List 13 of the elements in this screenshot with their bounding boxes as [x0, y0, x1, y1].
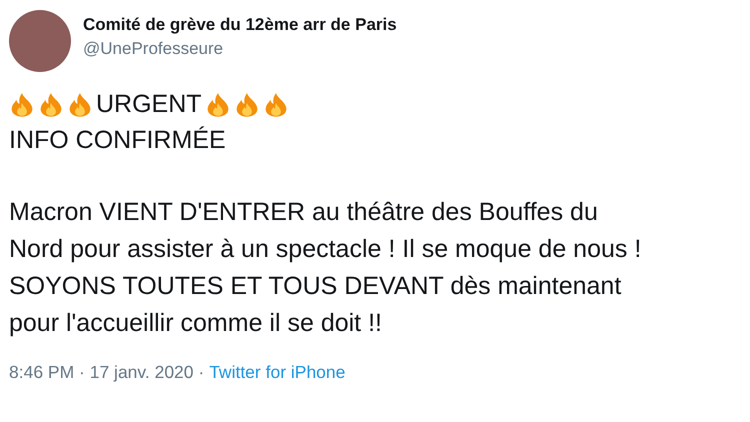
flame-icon	[9, 90, 35, 118]
flame-icon	[262, 90, 289, 118]
author-handle: @UneProfesseure	[83, 39, 224, 59]
author-name: Comité de grève du 12ème arr de Paris	[83, 15, 397, 35]
tweet-timestamp: 8:46 PM · 17 janv. 2020 ·	[9, 362, 204, 382]
headline-text: URGENT	[96, 90, 202, 118]
source-link[interactable]: Twitter for iPhone	[209, 362, 346, 382]
flame-icon	[204, 90, 231, 118]
tweet-body-text: Macron VIENT D'ENTRER au théâtre des Bouffes du Nord pour assister à un spectacle ! Il se moque de nous ! SOYONS TOUTES ET TOUS DEVANT dès maintenant pour l'accueillir comme il se doit !!	[9, 197, 642, 339]
flame-icon	[38, 90, 64, 118]
flame-icon	[234, 90, 260, 118]
flame-icon	[67, 90, 93, 118]
subheadline-text: INFO CONFIRMÉE	[9, 125, 227, 156]
